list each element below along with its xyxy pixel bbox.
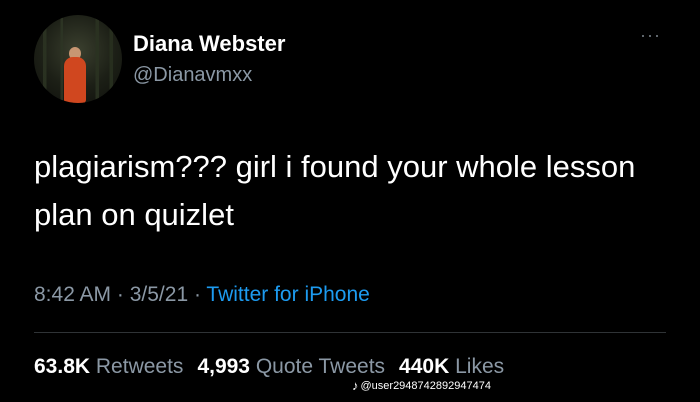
tweet-meta: 8:42 AM · 3/5/21 · Twitter for iPhone [34,283,370,307]
more-horizontal-icon[interactable]: ··· [640,26,664,44]
divider [34,332,666,333]
tweet-card: Diana Webster @Dianavmxx ··· plagiarism?… [0,0,700,402]
quote-tweets-count: 4,993 [197,355,250,378]
tweet-source-link[interactable]: Twitter for iPhone [206,283,369,306]
display-name[interactable]: Diana Webster [133,31,285,57]
meta-separator: · [188,283,207,306]
retweets-label: Retweets [95,355,184,378]
likes-stat[interactable]: 440K Likes [399,355,504,378]
quote-tweets-stat[interactable]: 4,993 Quote Tweets [197,355,385,378]
retweets-stat[interactable]: 63.8K Retweets [34,355,183,378]
tweet-date[interactable]: 3/5/21 [130,283,188,306]
quote-tweets-label: Quote Tweets [255,355,386,378]
avatar-figure [64,57,86,103]
likes-label: Likes [455,355,505,378]
watermark-text: @user2948742892947474 [360,379,491,392]
tweet-stats: 63.8K Retweets 4,993 Quote Tweets 440K Lik… [34,355,518,379]
tweet-time[interactable]: 8:42 AM [34,283,111,306]
tweet-text: plagiarism??? girl i found your whole le… [34,149,636,232]
retweets-count: 63.8K [34,355,91,378]
meta-separator: · [111,283,130,306]
avatar[interactable] [34,15,122,103]
likes-count: 440K [399,355,450,378]
user-handle[interactable]: @Dianavmxx [133,64,252,87]
watermark: ♪ @user2948742892947474 [352,378,491,393]
tiktok-icon: ♪ [352,378,359,393]
